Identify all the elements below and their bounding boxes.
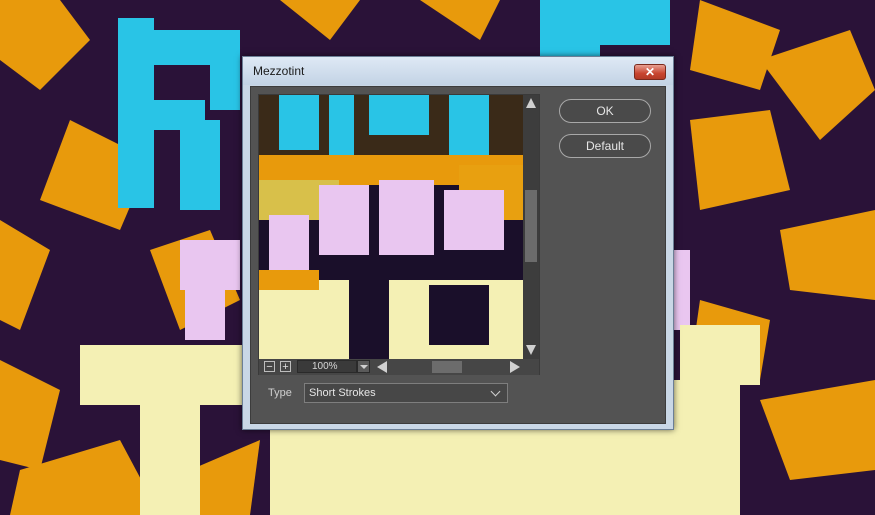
default-button[interactable]: Default xyxy=(559,134,651,158)
close-button[interactable]: ✕ xyxy=(634,64,666,80)
chevron-down-icon xyxy=(490,386,501,397)
dialog-body: − + 100% OK Default Type Short Strokes xyxy=(250,86,666,424)
scroll-right-icon[interactable] xyxy=(510,361,520,373)
zoom-in-button[interactable]: + xyxy=(280,361,291,373)
type-select-value: Short Strokes xyxy=(309,387,376,399)
scroll-left-icon[interactable] xyxy=(377,361,387,373)
title-bar[interactable]: Mezzotint ✕ xyxy=(243,57,673,85)
close-icon: ✕ xyxy=(644,65,656,79)
vertical-scrollbar[interactable] xyxy=(523,95,539,359)
scroll-up-icon[interactable] xyxy=(526,98,536,108)
horizontal-scroll-thumb[interactable] xyxy=(432,361,462,373)
dialog-title: Mezzotint xyxy=(253,64,305,78)
preview-panel: − + 100% xyxy=(258,94,540,375)
scroll-down-icon[interactable] xyxy=(526,345,536,355)
mezzotint-dialog: Mezzotint ✕ − + 100% OK Default Type Sho… xyxy=(242,56,674,430)
filter-preview[interactable] xyxy=(259,95,523,359)
zoom-level-field[interactable]: 100% xyxy=(297,360,357,373)
horizontal-scrollbar[interactable] xyxy=(375,359,523,375)
zoom-dropdown-button[interactable] xyxy=(357,360,370,373)
type-select[interactable]: Short Strokes xyxy=(304,383,508,403)
vertical-scroll-thumb[interactable] xyxy=(525,190,537,262)
preview-zoom-bar: − + 100% xyxy=(259,359,539,375)
zoom-out-button[interactable]: − xyxy=(264,361,275,373)
type-label: Type xyxy=(268,387,292,399)
ok-button[interactable]: OK xyxy=(559,99,651,123)
chevron-down-icon xyxy=(360,365,368,369)
